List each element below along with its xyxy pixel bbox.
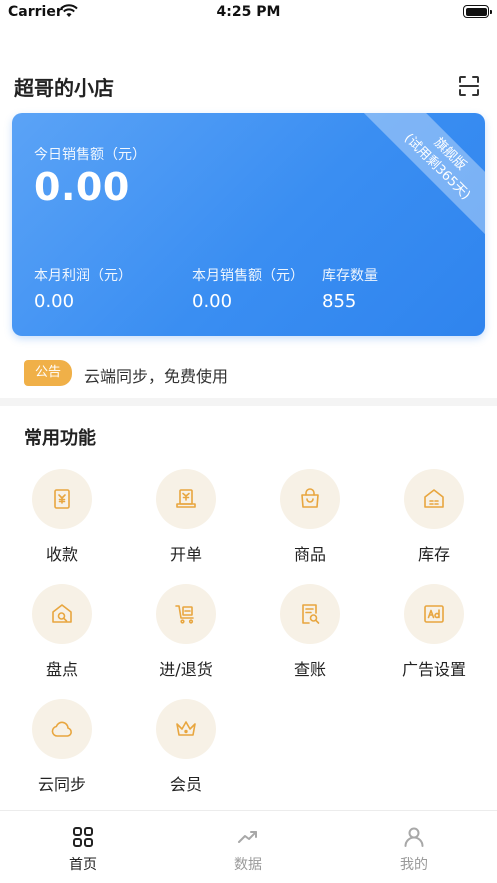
cart-icon — [175, 605, 194, 624]
monthly-sales-stat: 本月销售额（元） 0.00 — [192, 265, 304, 312]
shopping-bag-icon — [301, 488, 319, 508]
home-grid-icon — [73, 827, 93, 847]
person-icon — [404, 827, 424, 847]
monthly-profit-stat: 本月利润（元） 0.00 — [34, 265, 132, 312]
announcement-bar[interactable]: 公告 云端同步，免费使用 — [0, 356, 497, 392]
function-cashier[interactable]: 收款 — [0, 466, 124, 576]
tab-label: 数据 — [234, 857, 262, 873]
battery-icon — [463, 5, 492, 18]
tab-label: 首页 — [69, 857, 97, 873]
function-label: 库存 — [417, 545, 450, 564]
function-inventory[interactable]: 库存 — [372, 466, 496, 576]
function-label: 会员 — [169, 775, 202, 794]
function-label: 广告设置 — [401, 660, 466, 679]
tab-profile[interactable]: 我的 — [354, 825, 474, 874]
section-title: 常用功能 — [24, 428, 96, 449]
stat-label: 库存数量 — [322, 268, 378, 284]
stat-label: 本月销售额（元） — [192, 268, 304, 284]
warehouse-icon — [424, 489, 444, 508]
tab-home[interactable]: 首页 — [23, 825, 143, 874]
cash-register-icon — [54, 489, 70, 509]
trend-icon — [238, 831, 257, 843]
function-ad-settings[interactable]: 广告设置 — [372, 581, 496, 691]
function-label: 开单 — [169, 545, 202, 564]
edition-ribbon: 旗舰版 (试用剩365天) — [356, 113, 485, 248]
function-label: 云同步 — [37, 775, 86, 794]
function-cloud-sync[interactable]: 云同步 — [0, 696, 124, 806]
clock: 4:25 PM — [216, 4, 281, 20]
page-title: 超哥的小店 — [14, 76, 114, 100]
function-products[interactable]: 商品 — [248, 466, 372, 576]
section-divider — [0, 398, 497, 406]
sales-summary-card[interactable]: 旗舰版 (试用剩365天) 今日销售额（元） 0.00 本月利润（元） 0.00… — [12, 113, 485, 336]
function-members[interactable]: 会员 — [124, 696, 248, 806]
house-search-icon — [52, 604, 72, 623]
stat-label: 本月利润（元） — [34, 268, 132, 284]
stat-value: 855 — [322, 291, 357, 312]
announcement-text: 云端同步，免费使用 — [84, 367, 229, 386]
crown-icon — [176, 721, 196, 736]
function-label: 进/退货 — [159, 660, 213, 679]
ledger-search-icon — [302, 604, 320, 624]
announcement-badge: 公告 — [24, 360, 72, 386]
tab-bar: 首页 数据 我的 — [0, 810, 497, 883]
stat-value: 0.00 — [192, 291, 233, 312]
stat-value: 0.00 — [34, 291, 75, 312]
function-label: 收款 — [45, 545, 78, 564]
inventory-count-stat: 库存数量 855 — [322, 265, 378, 312]
cloud-icon — [51, 721, 72, 737]
scan-icon[interactable] — [457, 74, 481, 98]
header: 超哥的小店 — [0, 66, 497, 106]
function-accounts[interactable]: 查账 — [248, 581, 372, 691]
function-label: 盘点 — [45, 660, 78, 679]
tab-data[interactable]: 数据 — [188, 825, 308, 874]
today-sales-label: 今日销售额（元） — [34, 147, 146, 163]
status-bar: Carrier 4:25 PM — [0, 0, 497, 26]
ad-icon — [424, 605, 444, 623]
function-billing[interactable]: 开单 — [124, 466, 248, 576]
function-label: 商品 — [293, 545, 326, 564]
function-label: 查账 — [293, 660, 326, 679]
today-sales-value: 0.00 — [34, 165, 130, 209]
function-stocktake[interactable]: 盘点 — [0, 581, 124, 691]
tab-label: 我的 — [400, 857, 428, 873]
receipt-printer-icon — [176, 489, 196, 508]
function-purchase-return[interactable]: 进/退货 — [124, 581, 248, 691]
